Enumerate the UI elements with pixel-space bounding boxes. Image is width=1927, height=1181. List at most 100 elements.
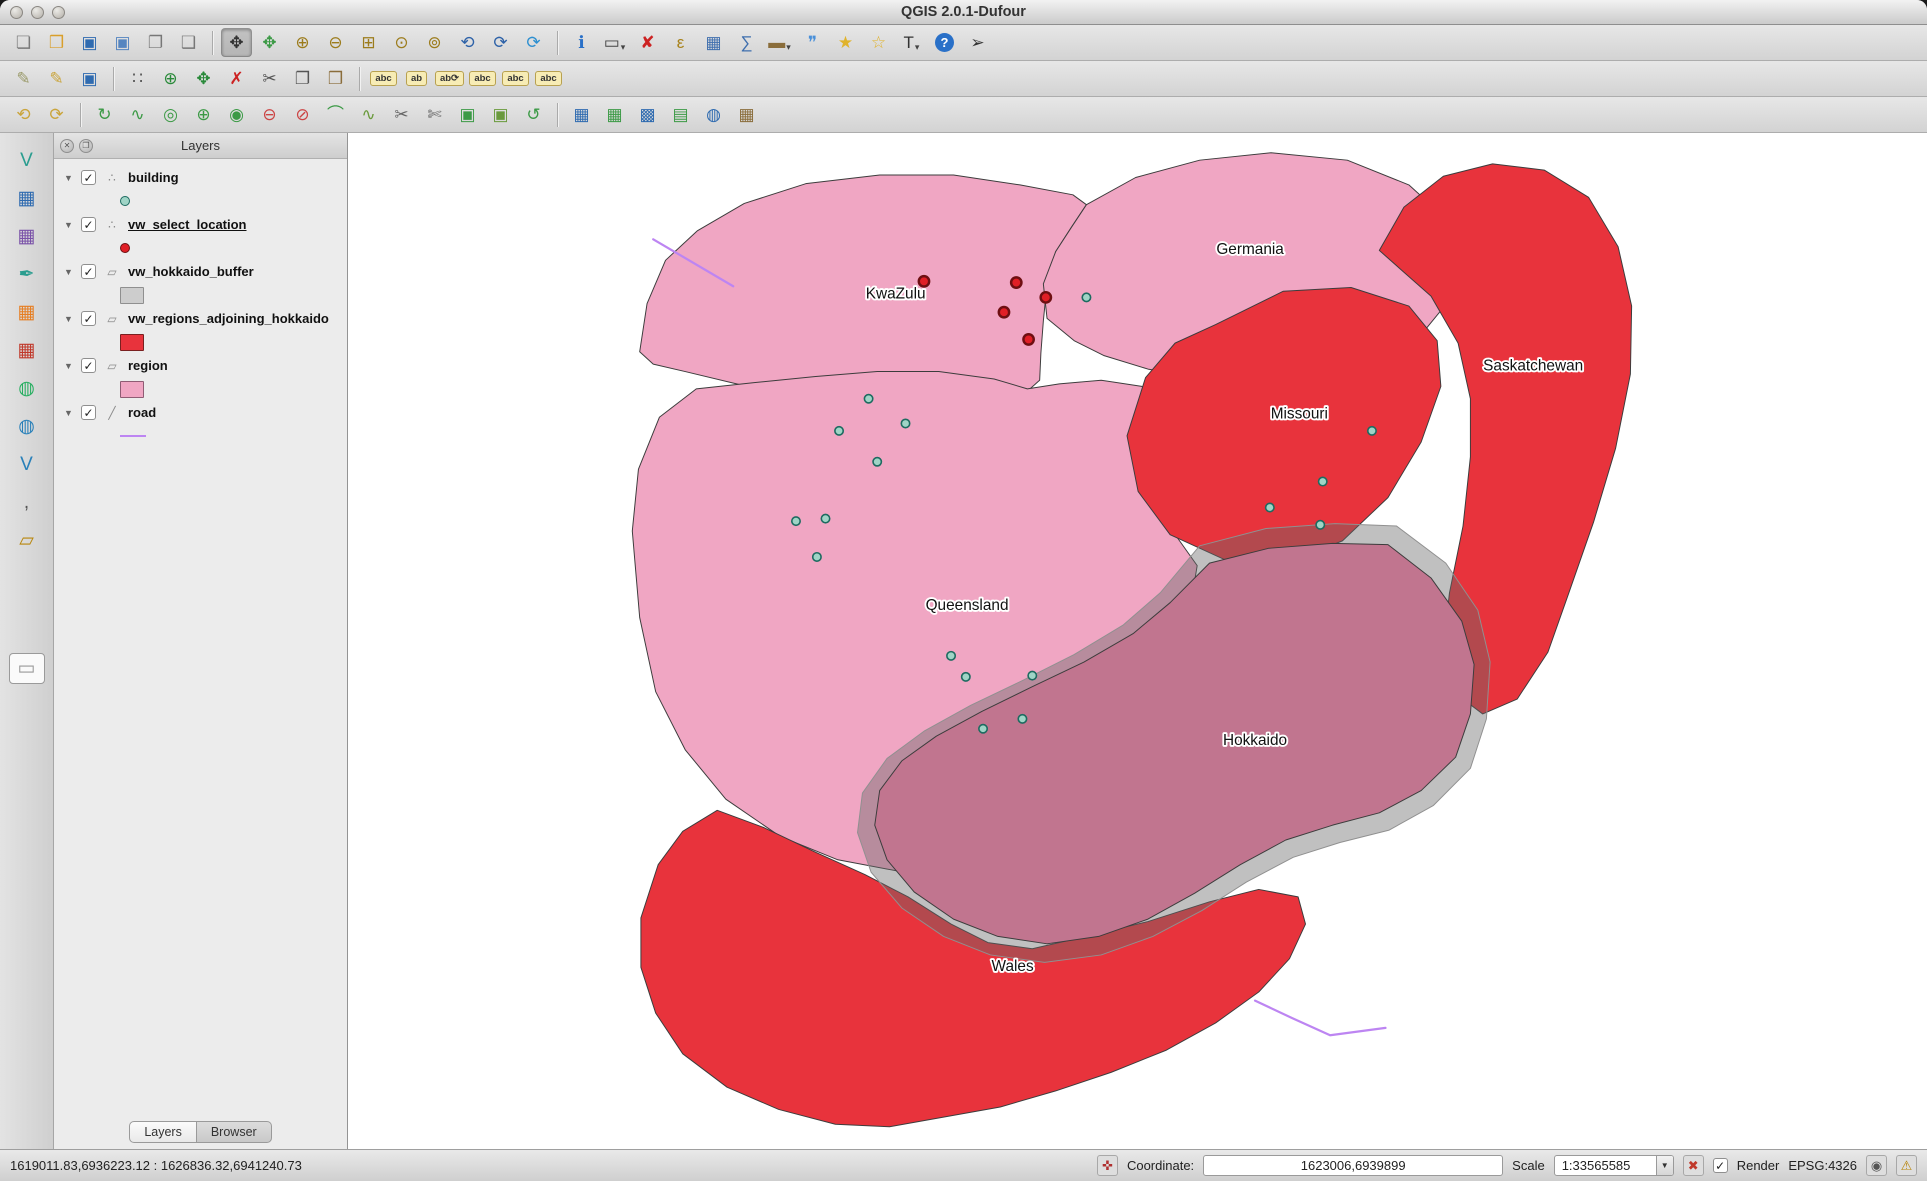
merge-attributes-button[interactable]: ▣ xyxy=(485,100,516,129)
move-feature-button[interactable]: ✥ xyxy=(188,64,219,93)
add-mssql-layer-button[interactable]: ▦ xyxy=(9,297,45,328)
layer-visibility-checkbox[interactable]: ✓ xyxy=(81,358,96,373)
layer-item-region[interactable]: ▼✓▱region xyxy=(54,353,347,378)
move-label-button[interactable]: ab xyxy=(401,64,432,93)
layer-item-vw_select_location[interactable]: ▼✓∴vw_select_location xyxy=(54,212,347,237)
change-label-button[interactable]: abc xyxy=(533,64,564,93)
raster-tool-button[interactable]: ▦ xyxy=(599,100,630,129)
new-bookmark-button[interactable]: ★ xyxy=(830,28,861,57)
split-features-button[interactable]: ✂ xyxy=(386,100,417,129)
disclosure-triangle-icon[interactable]: ▼ xyxy=(64,267,74,277)
paste-features-button[interactable]: ❒ xyxy=(320,64,351,93)
layer-item-road[interactable]: ▼✓╱road xyxy=(54,400,347,425)
add-ring-button[interactable]: ◎ xyxy=(155,100,186,129)
zoom-to-layer-button[interactable]: ⊚ xyxy=(419,28,450,57)
disclosure-triangle-icon[interactable]: ▼ xyxy=(64,314,74,324)
coordinate-input[interactable] xyxy=(1203,1155,1503,1176)
add-spatialite-layer-button[interactable]: ✒ xyxy=(9,259,45,290)
panel-float-icon[interactable]: ❐ xyxy=(79,139,93,153)
remove-layer-button[interactable]: ▭ xyxy=(9,653,45,684)
simplify-feature-button[interactable]: ∿ xyxy=(122,100,153,129)
save-project-as-button[interactable]: ▣ xyxy=(107,28,138,57)
log-messages-icon[interactable]: ⚠ xyxy=(1896,1155,1917,1176)
measure-line-button[interactable]: ▬▾ xyxy=(764,28,795,57)
labeling-button[interactable]: abc xyxy=(368,64,399,93)
stop-render-icon[interactable]: ✖ xyxy=(1683,1155,1704,1176)
web-tool-button[interactable]: ◍ xyxy=(698,100,729,129)
crs-status-icon[interactable]: ◉ xyxy=(1866,1155,1887,1176)
disclosure-triangle-icon[interactable]: ▼ xyxy=(64,361,74,371)
layer-visibility-checkbox[interactable]: ✓ xyxy=(81,264,96,279)
close-window-button[interactable] xyxy=(10,6,23,19)
road-line-southeast[interactable] xyxy=(1255,1001,1385,1036)
zoom-next-button[interactable]: ⟳ xyxy=(485,28,516,57)
dropdown-caret-icon[interactable]: ▾ xyxy=(915,42,920,53)
zoom-to-selection-button[interactable]: ⊙ xyxy=(386,28,417,57)
layer-item-building[interactable]: ▼✓∴building xyxy=(54,165,347,190)
georeferencer-tool-button[interactable]: ▦ xyxy=(566,100,597,129)
render-checkbox[interactable]: ✓ xyxy=(1713,1158,1728,1173)
select-features-button[interactable]: ▭▾ xyxy=(599,28,630,57)
cut-features-button[interactable]: ✂ xyxy=(254,64,285,93)
new-project-button[interactable]: ❏ xyxy=(8,28,39,57)
node-tool-button[interactable]: ∷ xyxy=(122,64,153,93)
refresh-map-button[interactable]: ⟳ xyxy=(518,28,549,57)
pan-map-button[interactable]: ✥ xyxy=(221,28,252,57)
map-tips-button[interactable]: ❞ xyxy=(797,28,828,57)
merge-features-button[interactable]: ▣ xyxy=(452,100,483,129)
add-delimited-text-layer-button[interactable]: , xyxy=(9,487,45,518)
panel-tab-browser[interactable]: Browser xyxy=(197,1121,272,1143)
rotate-point-symbols-button[interactable]: ↺ xyxy=(518,100,549,129)
disclosure-triangle-icon[interactable]: ▼ xyxy=(64,173,74,183)
vector-tool-button[interactable]: ▩ xyxy=(632,100,663,129)
database-tool-button[interactable]: ▤ xyxy=(665,100,696,129)
zoom-last-button[interactable]: ⟲ xyxy=(452,28,483,57)
processing-tool-button[interactable]: ▦ xyxy=(731,100,762,129)
layer-visibility-checkbox[interactable]: ✓ xyxy=(81,405,96,420)
layer-item-vw_regions_adjoining_hokkaido[interactable]: ▼✓▱vw_regions_adjoining_hokkaido xyxy=(54,306,347,331)
offset-curve-button[interactable]: ⌒ xyxy=(320,100,351,129)
add-postgis-layer-button[interactable]: ▦ xyxy=(9,221,45,252)
pin-labels-button[interactable]: abc xyxy=(467,64,498,93)
whats-this-button[interactable]: ➢ xyxy=(962,28,993,57)
field-calculator-button[interactable]: ∑ xyxy=(731,28,762,57)
zoom-window-button[interactable] xyxy=(52,6,65,19)
add-feature-button[interactable]: ⊕ xyxy=(155,64,186,93)
toggle-editing-button[interactable]: ✎ xyxy=(41,64,72,93)
show-hide-labels-button[interactable]: abc xyxy=(500,64,531,93)
rotate-label-button[interactable]: ab⟳ xyxy=(434,64,465,93)
coordinate-capture-icon[interactable]: ✜ xyxy=(1097,1155,1118,1176)
new-print-composer-button[interactable]: ❐ xyxy=(140,28,171,57)
pan-to-selection-button[interactable]: ✥ xyxy=(254,28,285,57)
dropdown-caret-icon[interactable]: ▾ xyxy=(621,42,626,53)
layer-visibility-checkbox[interactable]: ✓ xyxy=(81,170,96,185)
deselect-all-button[interactable]: ✘ xyxy=(632,28,663,57)
copy-features-button[interactable]: ❐ xyxy=(287,64,318,93)
current-edits-button[interactable]: ✎ xyxy=(8,64,39,93)
layer-visibility-checkbox[interactable]: ✓ xyxy=(81,311,96,326)
help-button[interactable]: ? xyxy=(929,28,960,57)
layer-item-vw_hokkaido_buffer[interactable]: ▼✓▱vw_hokkaido_buffer xyxy=(54,259,347,284)
open-project-button[interactable]: ❒ xyxy=(41,28,72,57)
add-wms-layer-button[interactable]: ◍ xyxy=(9,373,45,404)
title-bar[interactable]: QGIS 2.0.1-Dufour xyxy=(0,0,1927,25)
map-canvas[interactable]: KwaZulu Germania Saskatchewan Missouri Q… xyxy=(348,133,1927,1149)
delete-ring-button[interactable]: ⊖ xyxy=(254,100,285,129)
add-oracle-layer-button[interactable]: ▦ xyxy=(9,335,45,366)
select-by-expression-button[interactable]: ε xyxy=(665,28,696,57)
disclosure-triangle-icon[interactable]: ▼ xyxy=(64,220,74,230)
delete-selected-button[interactable]: ✗ xyxy=(221,64,252,93)
text-annotation-button[interactable]: T▾ xyxy=(896,28,927,57)
undo-button[interactable]: ⟲ xyxy=(8,100,39,129)
minimize-window-button[interactable] xyxy=(31,6,44,19)
panel-tab-layers[interactable]: Layers xyxy=(129,1121,197,1143)
add-part-button[interactable]: ⊕ xyxy=(188,100,219,129)
identify-features-button[interactable]: ℹ xyxy=(566,28,597,57)
chevron-down-icon[interactable]: ▼ xyxy=(1656,1156,1673,1175)
reshape-features-button[interactable]: ∿ xyxy=(353,100,384,129)
fill-ring-button[interactable]: ◉ xyxy=(221,100,252,129)
scale-combo[interactable]: 1:33565585 ▼ xyxy=(1554,1155,1674,1176)
zoom-full-button[interactable]: ⊞ xyxy=(353,28,384,57)
save-project-button[interactable]: ▣ xyxy=(74,28,105,57)
add-wcs-layer-button[interactable]: ◍ xyxy=(9,411,45,442)
